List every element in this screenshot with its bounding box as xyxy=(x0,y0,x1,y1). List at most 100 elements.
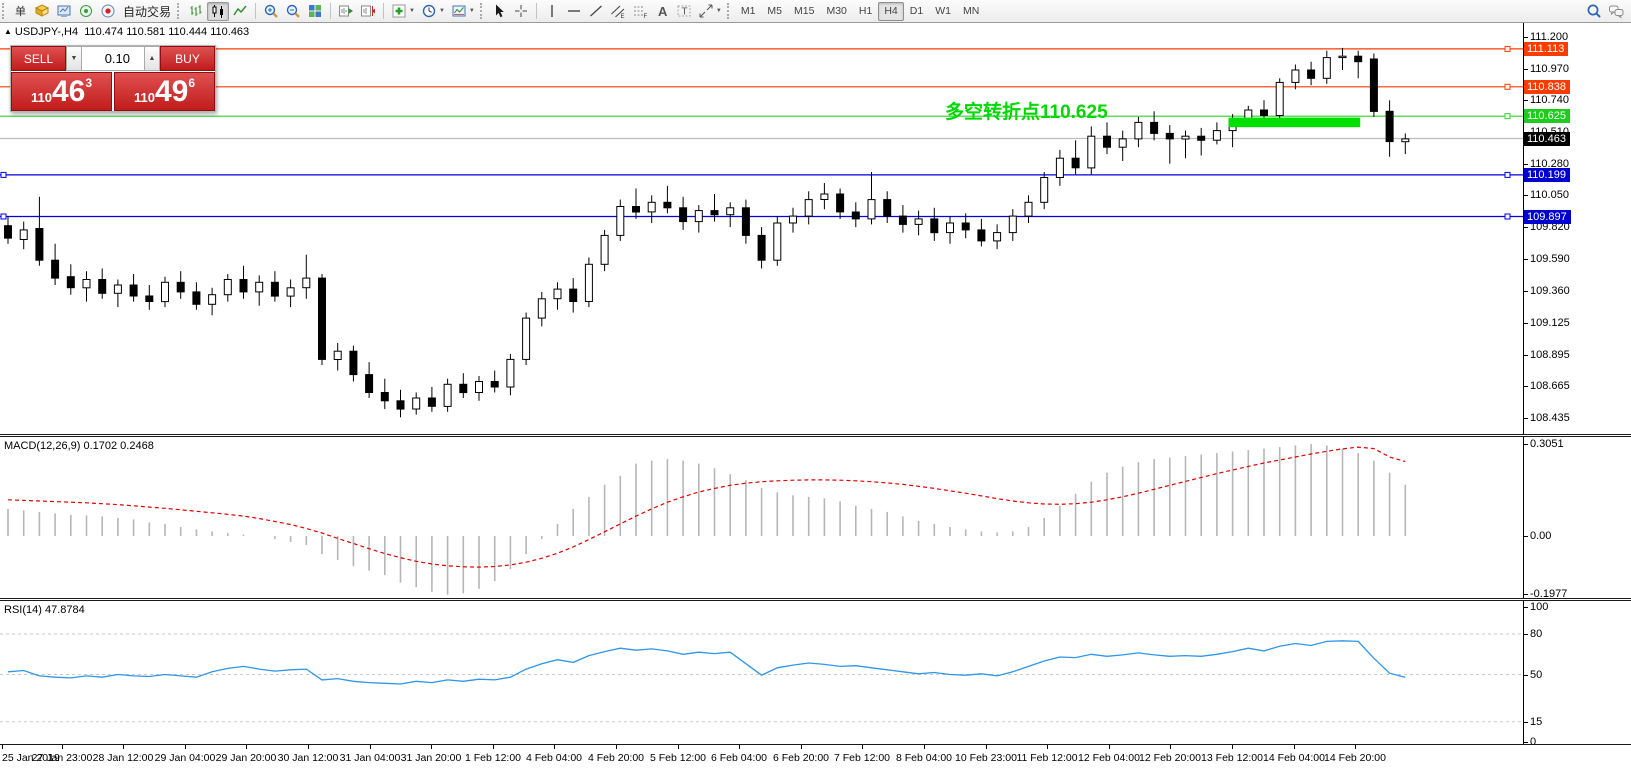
candlestick-chart-icon[interactable] xyxy=(207,2,229,21)
trendline-icon[interactable] xyxy=(585,2,607,21)
sell-price-prefix: 110 xyxy=(31,90,52,105)
macd-chart[interactable] xyxy=(0,437,1523,598)
order-label[interactable]: 单 xyxy=(10,2,31,21)
chat-icon[interactable] xyxy=(1605,2,1627,21)
chevron-down-icon: ▼ xyxy=(409,8,415,14)
cursor-icon[interactable] xyxy=(488,2,510,21)
buy-button[interactable]: BUY xyxy=(160,46,215,71)
time-tick: 8 Feb 04:00 xyxy=(896,752,952,764)
time-tick: 10 Feb 23:00 xyxy=(955,752,1017,764)
toolbar-separator xyxy=(536,3,537,19)
collapse-icon[interactable]: ▲ xyxy=(4,27,12,36)
strategy-tester-icon[interactable] xyxy=(75,2,97,21)
price-tick: 110.970 xyxy=(1530,63,1569,75)
equidistant-channel-icon[interactable]: E xyxy=(607,2,629,21)
rsi-tick: 50 xyxy=(1530,669,1542,681)
crosshair-icon[interactable] xyxy=(510,2,532,21)
auto-trading-icon[interactable] xyxy=(97,2,119,21)
time-tick: 30 Jan 12:00 xyxy=(278,752,339,764)
timeframe-button-m5[interactable]: M5 xyxy=(761,2,788,21)
macd-tick: -0.1977 xyxy=(1530,588,1567,598)
auto-scroll-icon[interactable] xyxy=(335,2,357,21)
text-icon[interactable]: A xyxy=(651,2,673,21)
new-order-icon[interactable] xyxy=(31,2,53,21)
toolbar-grip[interactable] xyxy=(2,3,6,19)
time-tick: 13 Feb 12:00 xyxy=(1201,752,1263,764)
price-chart-pane: ▲USDJPY-,H4 110.474 110.581 110.444 110.… xyxy=(0,23,1631,434)
sell-button[interactable]: SELL xyxy=(11,46,66,71)
buy-price-button[interactable]: 110 49 6 xyxy=(114,72,215,111)
annotation-text[interactable]: 多空转折点110.625 xyxy=(945,97,1108,124)
price-tick: 108.895 xyxy=(1530,349,1570,361)
time-axis[interactable]: 25 Jan 201927 Jan 23:0028 Jan 12:0029 Ja… xyxy=(0,745,1631,772)
time-tick: 14 Feb 20:00 xyxy=(1324,752,1386,764)
price-tick: 108.435 xyxy=(1530,412,1570,424)
price-line-tag: 111.113 xyxy=(1524,42,1568,56)
time-tick: 28 Jan 12:00 xyxy=(93,752,154,764)
time-tick: 29 Jan 04:00 xyxy=(155,752,216,764)
line-chart-icon[interactable] xyxy=(229,2,251,21)
sell-price-sup: 3 xyxy=(85,76,92,90)
tile-windows-icon[interactable] xyxy=(304,2,326,21)
macd-tick: 0.3051 xyxy=(1530,438,1564,450)
shapes-icon[interactable]: ▼ xyxy=(695,2,725,21)
hline-icon[interactable] xyxy=(563,2,585,21)
price-tick: 109.125 xyxy=(1530,317,1570,329)
price-tick: 108.665 xyxy=(1530,380,1570,392)
price-tick: 109.590 xyxy=(1530,253,1570,265)
chevron-down-icon: ▼ xyxy=(469,8,475,14)
time-tick: 31 Jan 20:00 xyxy=(401,752,462,764)
zoom-in-icon[interactable] xyxy=(260,2,282,21)
zoom-out-icon[interactable] xyxy=(282,2,304,21)
toolbar-grip[interactable] xyxy=(177,3,181,19)
periods-icon[interactable]: ▼ xyxy=(418,2,448,21)
search-icon[interactable] xyxy=(1583,2,1605,21)
rsi-chart[interactable] xyxy=(0,601,1523,744)
toolbar-separator xyxy=(330,3,331,19)
macd-pane: MACD(12,26,9) 0.1702 0.2468 0.30510.00-0… xyxy=(0,437,1631,598)
timeframe-button-m1[interactable]: M1 xyxy=(735,2,762,21)
time-tick: 27 Jan 23:00 xyxy=(32,752,93,764)
one-click-trade-panel: SELL ▼ 0.10 ▲ BUY 110 46 3 110 49 6 xyxy=(10,45,216,112)
macd-label: MACD(12,26,9) 0.1702 0.2468 xyxy=(4,440,154,452)
chart-shift-icon[interactable] xyxy=(357,2,379,21)
main-toolbar: 单自动交易▼▼▼EFAT▼M1M5M15M30H1H4D1W1MN xyxy=(0,0,1631,23)
timeframe-button-m15[interactable]: M15 xyxy=(788,2,820,21)
volume-increase-button[interactable]: ▲ xyxy=(144,46,160,71)
auto-trading-label[interactable]: 自动交易 xyxy=(119,2,175,21)
price-tick: 110.740 xyxy=(1530,94,1569,106)
timeframe-button-mn[interactable]: MN xyxy=(957,2,985,21)
svg-text:A: A xyxy=(658,4,668,19)
axis-divider xyxy=(1523,437,1524,598)
time-tick: 12 Feb 20:00 xyxy=(1139,752,1201,764)
rsi-label: RSI(14) 47.8784 xyxy=(4,604,85,616)
toolbar-separator xyxy=(383,3,384,19)
price-line-tag: 110.199 xyxy=(1524,168,1570,182)
time-tick: 29 Jan 20:00 xyxy=(216,752,277,764)
time-tick: 11 Feb 12:00 xyxy=(1016,752,1077,764)
price-chart[interactable] xyxy=(0,23,1523,434)
label-icon[interactable]: T xyxy=(673,2,695,21)
toolbar-grip[interactable] xyxy=(727,3,731,19)
volume-input[interactable]: 0.10 xyxy=(82,46,144,71)
timeframe-button-m30[interactable]: M30 xyxy=(820,2,852,21)
time-tick: 6 Feb 04:00 xyxy=(711,752,767,764)
sell-price-big: 46 xyxy=(52,77,85,107)
sell-price-button[interactable]: 110 46 3 xyxy=(11,72,112,111)
indicators-icon[interactable]: ▼ xyxy=(388,2,418,21)
bar-chart-icon[interactable] xyxy=(185,2,207,21)
templates-icon[interactable]: ▼ xyxy=(448,2,478,21)
vline-icon[interactable] xyxy=(541,2,563,21)
fibonacci-icon[interactable]: F xyxy=(629,2,651,21)
terminal-icon[interactable] xyxy=(53,2,75,21)
toolbar-grip[interactable] xyxy=(480,3,484,19)
toolbar-separator xyxy=(255,3,256,19)
time-tick: 6 Feb 20:00 xyxy=(773,752,829,764)
timeframe-button-w1[interactable]: W1 xyxy=(929,2,957,21)
timeframe-button-h4[interactable]: H4 xyxy=(878,2,903,21)
time-tick: 14 Feb 04:00 xyxy=(1263,752,1325,764)
timeframe-button-d1[interactable]: D1 xyxy=(904,2,929,21)
volume-decrease-button[interactable]: ▼ xyxy=(66,46,82,71)
timeframe-button-h1[interactable]: H1 xyxy=(853,2,878,21)
time-tick: 31 Jan 04:00 xyxy=(340,752,401,764)
